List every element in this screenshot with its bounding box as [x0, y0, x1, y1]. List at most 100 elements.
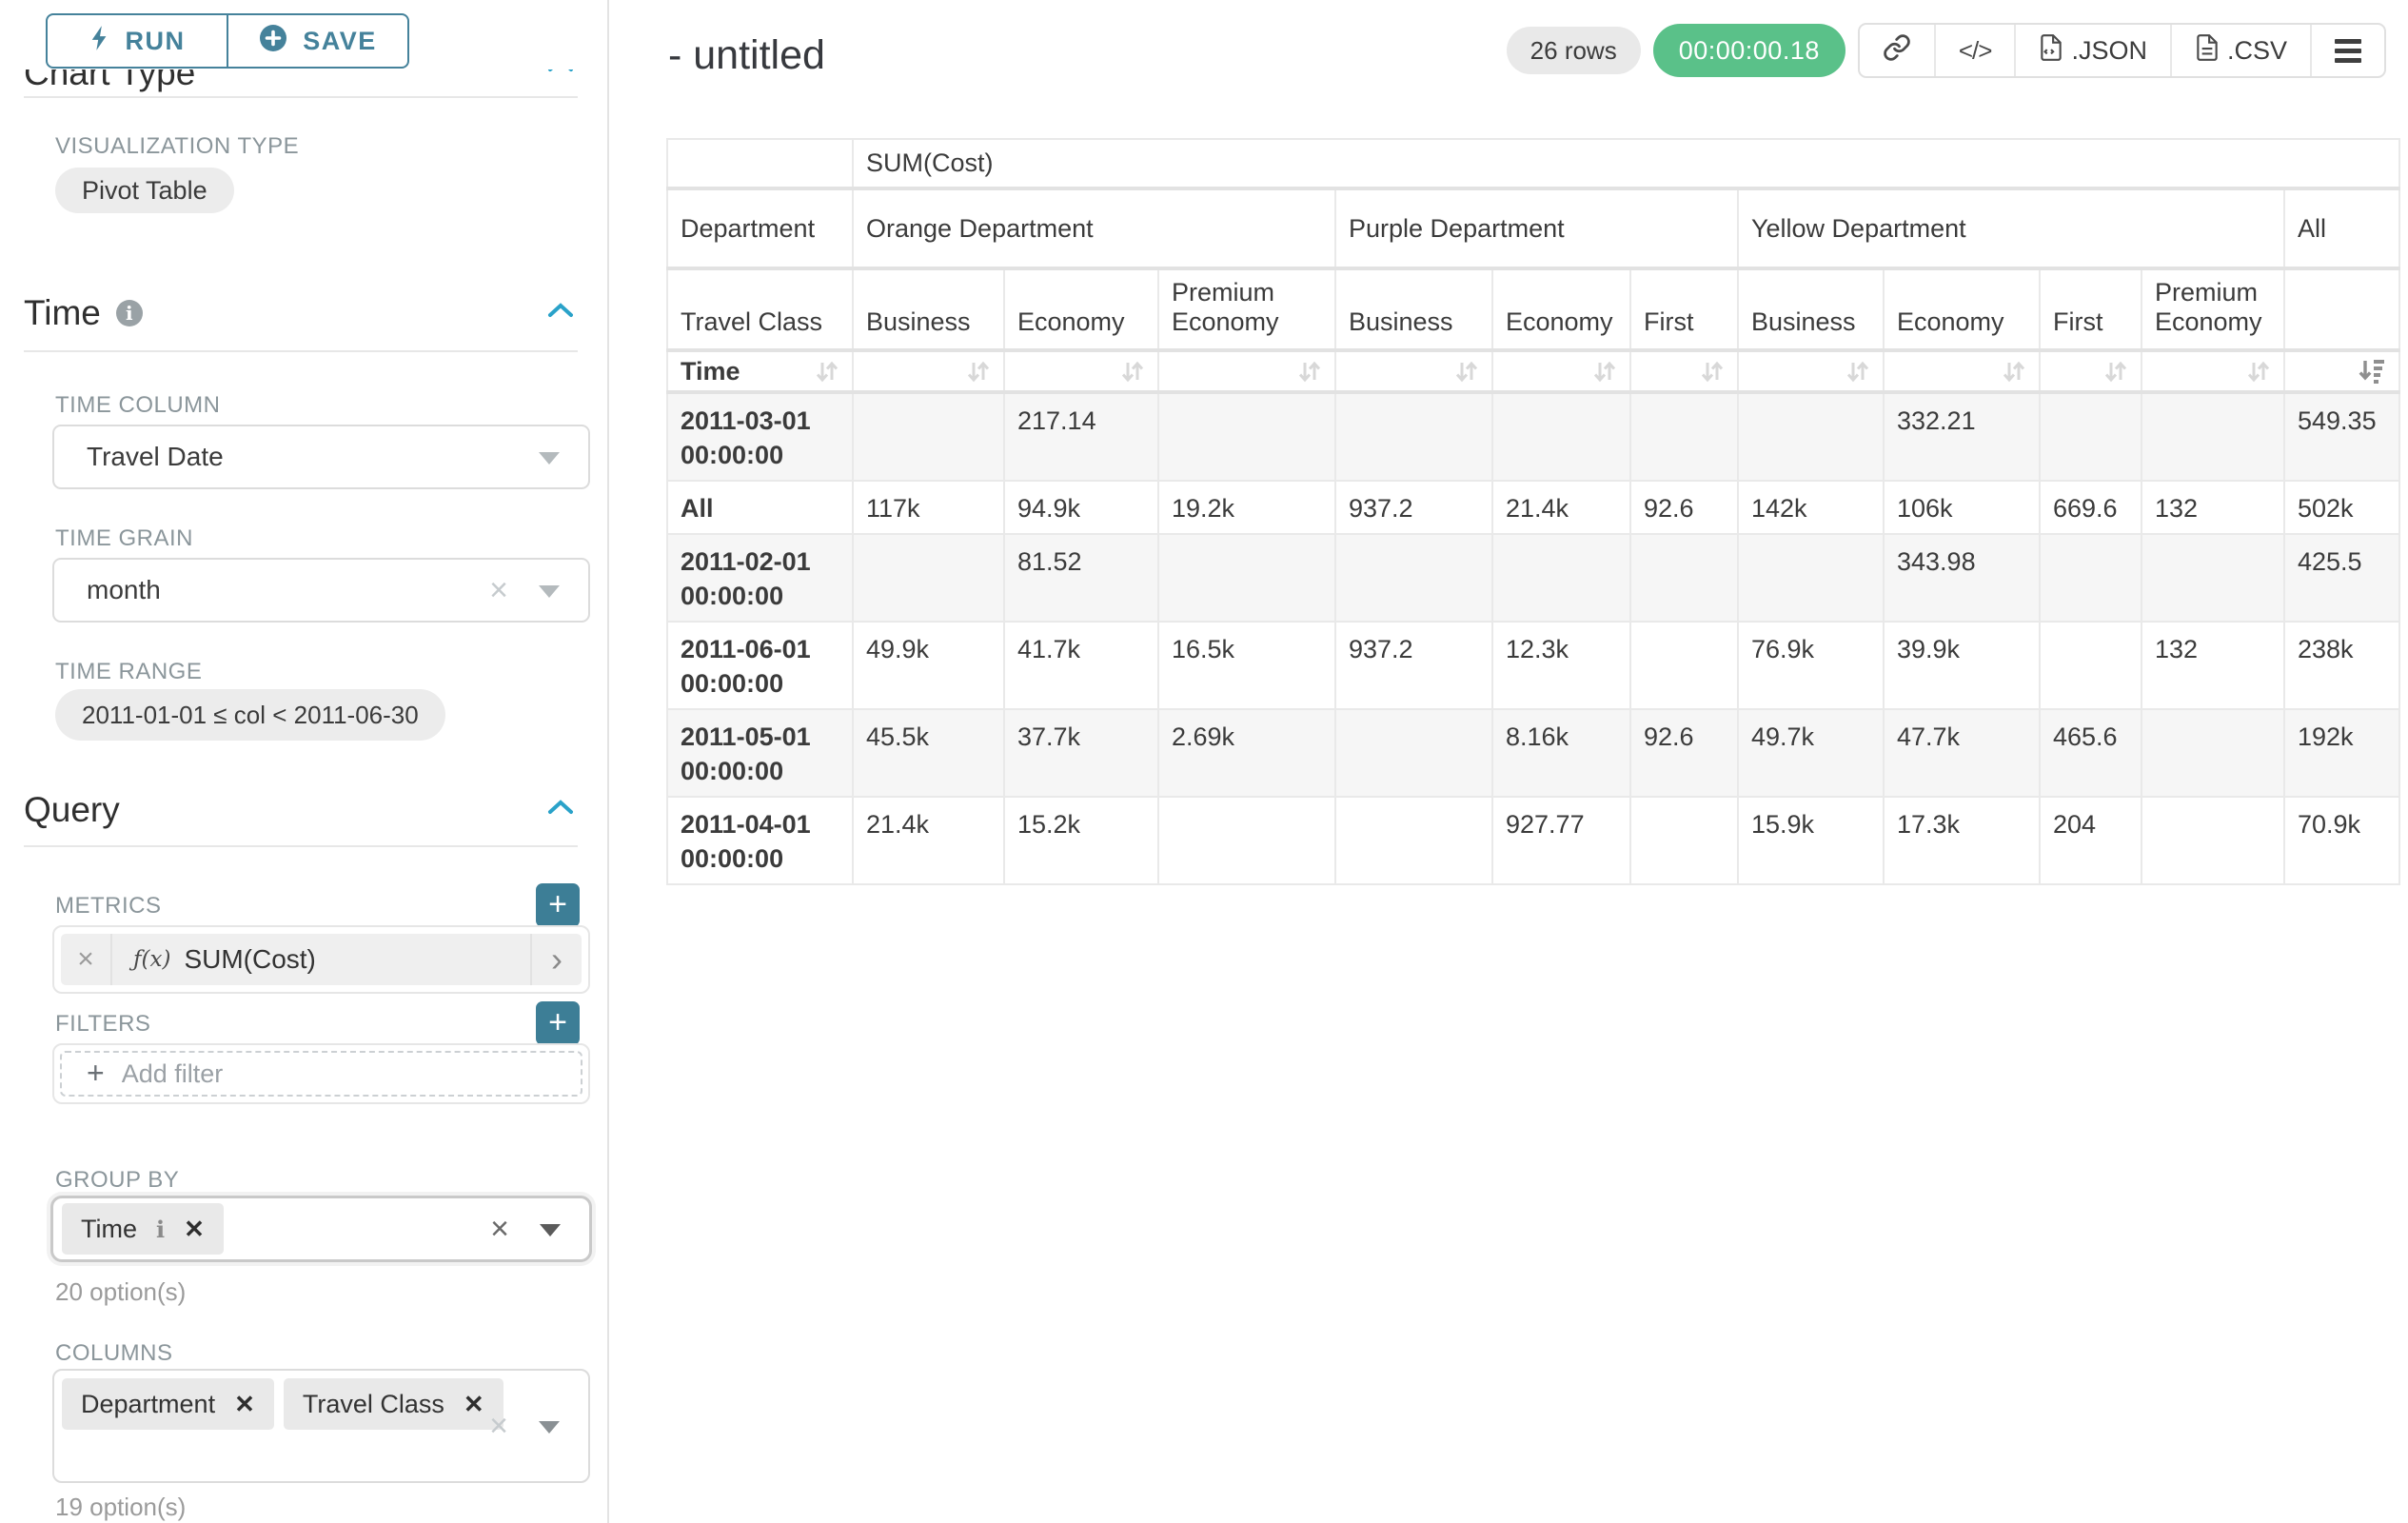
- remove-pill-icon[interactable]: ✕: [234, 1392, 255, 1416]
- column-header: Premium Economy: [1158, 268, 1335, 350]
- pill-label: Travel Class: [303, 1390, 444, 1419]
- chevron-up-icon[interactable]: [546, 301, 575, 325]
- value-cell: 106k: [1884, 481, 2040, 534]
- query-timer-badge: 00:00:00.18: [1653, 24, 1845, 77]
- value-cell: [853, 392, 1004, 481]
- control-panel: RUN SAVE Chart Type VISUALIZATION TYPE P…: [0, 0, 609, 1523]
- value-cell: [1335, 392, 1492, 481]
- run-button[interactable]: RUN: [46, 13, 227, 69]
- value-cell: 21.4k: [853, 797, 1004, 884]
- remove-pill-icon[interactable]: ✕: [464, 1392, 484, 1416]
- value-cell: 204: [2040, 797, 2142, 884]
- value-cell: [1630, 392, 1738, 481]
- value-cell: [2040, 622, 2142, 709]
- value-cell: 2.69k: [1158, 709, 1335, 797]
- value-cell: 49.7k: [1738, 709, 1884, 797]
- column-group-header: Orange Department: [853, 188, 1335, 268]
- value-cell: 15.9k: [1738, 797, 1884, 884]
- remove-pill-icon[interactable]: ✕: [184, 1216, 205, 1241]
- export-csv-button[interactable]: .CSV: [2170, 25, 2310, 76]
- value-cell: 76.9k: [1738, 622, 1884, 709]
- value-cell: 81.52: [1004, 534, 1158, 622]
- value-cell: [1158, 534, 1335, 622]
- column-header: Premium Economy: [2142, 268, 2284, 350]
- time-column-label: TIME COLUMN: [55, 392, 221, 419]
- row-label-cell: 2011-05-01 00:00:00: [667, 709, 853, 797]
- table-row: 2011-02-01 00:00:0081.52343.98425.5: [667, 534, 2399, 622]
- value-cell: [1630, 534, 1738, 622]
- table-row: All117k94.9k19.2k937.221.4k92.6142k106k6…: [667, 481, 2399, 534]
- sort-arrows-icon[interactable]: [1845, 357, 1870, 386]
- sort-arrows-icon[interactable]: [2246, 357, 2271, 386]
- value-cell: 549.35: [2284, 392, 2399, 481]
- value-cell: [1335, 534, 1492, 622]
- add-filter-button[interactable]: + Add filter: [60, 1051, 582, 1097]
- export-csv-label: .CSV: [2227, 36, 2287, 66]
- row-count-badge: 26 rows: [1507, 27, 1641, 74]
- time-grain-select[interactable]: month ×: [52, 558, 590, 623]
- info-icon: i: [156, 1216, 165, 1243]
- sort-arrows-icon[interactable]: [1700, 357, 1725, 386]
- pill-label: Time: [81, 1215, 137, 1244]
- value-cell: 41.7k: [1004, 622, 1158, 709]
- row-label-cell: 2011-04-01 00:00:00: [667, 797, 853, 884]
- value-cell: 37.7k: [1004, 709, 1158, 797]
- add-filter-placeholder: Add filter: [122, 1059, 224, 1089]
- add-metric-button[interactable]: +: [536, 883, 580, 927]
- value-cell: 465.6: [2040, 709, 2142, 797]
- sort-arrows-icon[interactable]: [1297, 357, 1322, 386]
- clear-x-icon[interactable]: ×: [489, 574, 508, 606]
- plus-icon: +: [548, 1006, 567, 1038]
- sort-arrows-icon[interactable]: [966, 357, 991, 386]
- column-header: [2284, 268, 2399, 350]
- value-cell: 117k: [853, 481, 1004, 534]
- value-cell: [2142, 709, 2284, 797]
- filters-container: + Add filter: [52, 1043, 590, 1104]
- value-cell: 669.6: [2040, 481, 2142, 534]
- columns-label: COLUMNS: [55, 1340, 173, 1367]
- columns-select[interactable]: Department✕Travel Class✕ ×: [52, 1369, 590, 1483]
- time-column-select[interactable]: Travel Date: [52, 425, 590, 489]
- time-range-value[interactable]: 2011-01-01 ≤ col < 2011-06-30: [55, 689, 445, 741]
- add-filter-plus-button[interactable]: +: [536, 1001, 580, 1045]
- query-section-title: Query: [24, 790, 120, 830]
- sort-arrows-icon[interactable]: [815, 357, 839, 386]
- selected-option-pill: Timei ✕: [62, 1203, 224, 1255]
- sort-arrows-icon[interactable]: [2002, 357, 2026, 386]
- export-json-button[interactable]: .JSON: [2014, 25, 2170, 76]
- sort-arrows-icon[interactable]: [2103, 357, 2128, 386]
- more-menu-button[interactable]: [2310, 25, 2384, 76]
- metric-pill[interactable]: × ƒ(x) SUM(Cost) ›: [61, 934, 582, 985]
- chevron-right-icon[interactable]: ›: [530, 934, 582, 985]
- time-column-value: Travel Date: [54, 442, 224, 472]
- group-by-select[interactable]: Timei ✕ ×: [50, 1196, 592, 1262]
- value-cell: 16.5k: [1158, 622, 1335, 709]
- save-button[interactable]: SAVE: [227, 13, 409, 69]
- sort-arrows-icon[interactable]: [1592, 357, 1617, 386]
- chart-area: - untitled 26 rows 00:00:00.18 </> .JSON: [609, 0, 2408, 1523]
- share-link-button[interactable]: [1860, 25, 1934, 76]
- row-label-cell: All: [667, 481, 853, 534]
- caret-down-icon: [539, 452, 560, 465]
- value-cell: [1630, 797, 1738, 884]
- embed-code-button[interactable]: </>: [1934, 25, 2015, 76]
- sort-arrows-icon[interactable]: [1120, 357, 1145, 386]
- metrics-label: METRICS: [55, 893, 162, 920]
- visualization-type-label: VISUALIZATION TYPE: [55, 133, 299, 160]
- file-icon: [2039, 33, 2063, 69]
- metric-header-cell: SUM(Cost): [853, 139, 2399, 188]
- value-cell: 94.9k: [1004, 481, 1158, 534]
- save-button-label: SAVE: [303, 27, 377, 56]
- sort-arrows-icon[interactable]: [1454, 357, 1479, 386]
- value-cell: [1335, 709, 1492, 797]
- chevron-up-icon[interactable]: [546, 798, 575, 821]
- visualization-type-value[interactable]: Pivot Table: [55, 168, 234, 213]
- time-range-label: TIME RANGE: [55, 659, 202, 685]
- chart-title[interactable]: - untitled: [668, 32, 825, 79]
- clear-x-icon[interactable]: ×: [490, 1213, 509, 1245]
- sort-desc-icon[interactable]: [2358, 357, 2386, 386]
- remove-metric-icon[interactable]: ×: [61, 934, 112, 985]
- column-header: Business: [1738, 268, 1884, 350]
- divider: [24, 845, 578, 847]
- clear-x-icon[interactable]: ×: [489, 1410, 508, 1442]
